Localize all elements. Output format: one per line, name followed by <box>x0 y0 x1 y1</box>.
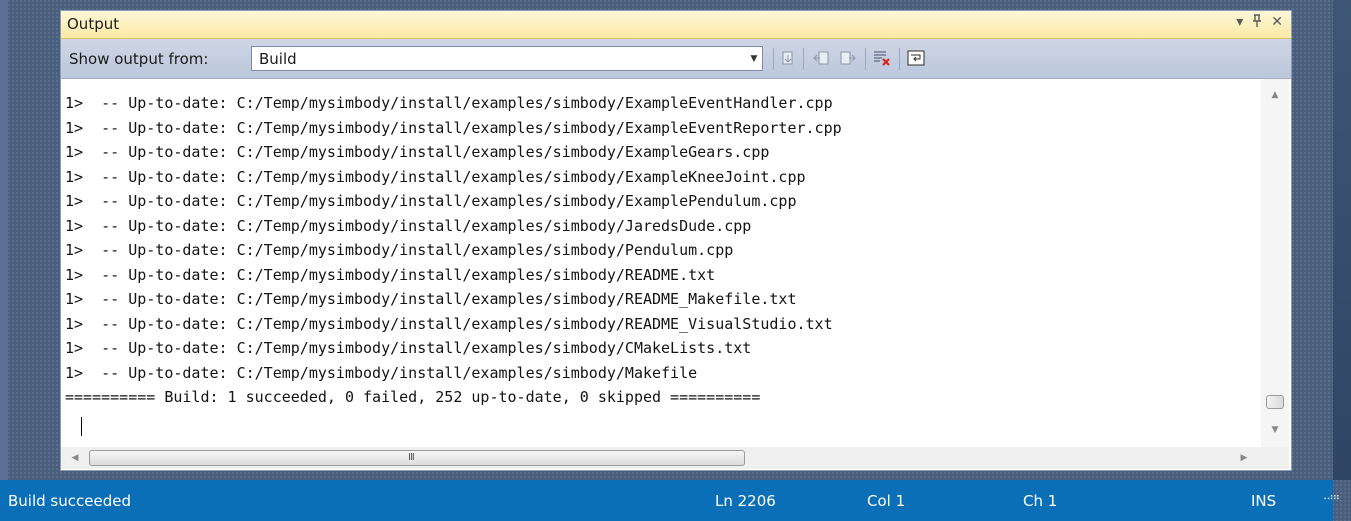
output-toolbar: Show output from: Build ▼ <box>61 39 1291 79</box>
next-message-icon <box>840 51 856 65</box>
output-line: 1> -- Up-to-date: C:/Temp/mysimbody/inst… <box>65 241 734 259</box>
output-source-value: Build <box>259 50 297 68</box>
toolbar-separator <box>773 48 774 70</box>
scroll-down-icon[interactable]: ▼ <box>1267 422 1283 438</box>
output-line: 1> -- Up-to-date: C:/Temp/mysimbody/inst… <box>65 167 806 186</box>
output-titlebar[interactable]: Output ▾ ✕ <box>61 11 1291 39</box>
output-source-select[interactable]: Build ▼ <box>251 46 763 71</box>
output-line: 1> -- Up-to-date: C:/Temp/mysimbody/inst… <box>65 339 752 357</box>
toolbar-separator <box>865 48 866 70</box>
output-line: 1> -- Up-to-date: C:/Temp/mysimbody/inst… <box>65 143 770 161</box>
panel-controls: ▾ ✕ <box>1236 14 1283 32</box>
vertical-scrollbar[interactable]: ▲ ▼ <box>1261 79 1289 447</box>
clear-all-button[interactable] <box>871 47 893 69</box>
window-position-dropdown-icon[interactable]: ▾ <box>1236 14 1243 32</box>
output-line: 1> -- Up-to-date: C:/Temp/mysimbody/inst… <box>65 265 716 284</box>
scroll-up-icon[interactable]: ▲ <box>1267 87 1283 103</box>
status-insert-mode: INS <box>1251 492 1277 510</box>
word-wrap-icon <box>907 50 925 66</box>
output-line: 1> -- Up-to-date: C:/Temp/mysimbody/inst… <box>65 314 833 333</box>
output-panel: Output ▾ ✕ Show output from: Build ▼ 1> … <box>60 10 1292 471</box>
text-caret <box>81 417 82 436</box>
window-left-edge <box>0 0 8 480</box>
scrollbar-corner <box>1261 447 1289 469</box>
toolbar-separator <box>899 48 900 70</box>
resize-grip-icon[interactable]: ⠠⠴⠶ <box>1320 492 1340 503</box>
output-line: 1> -- Up-to-date: C:/Temp/mysimbody/inst… <box>65 192 797 210</box>
output-line: 1> -- Up-to-date: C:/Temp/mysimbody/inst… <box>65 94 833 112</box>
status-char: Ch 1 <box>1023 492 1058 510</box>
output-line: 1> -- Up-to-date: C:/Temp/mysimbody/inst… <box>65 118 842 137</box>
status-column: Col 1 <box>867 492 906 510</box>
previous-message-button[interactable] <box>811 47 833 69</box>
output-line: 1> -- Up-to-date: C:/Temp/mysimbody/inst… <box>65 290 797 308</box>
close-icon[interactable]: ✕ <box>1271 14 1283 32</box>
panel-title: Output <box>67 15 120 33</box>
find-message-in-code-button[interactable] <box>777 47 799 69</box>
output-line: 1> -- Up-to-date: C:/Temp/mysimbody/inst… <box>65 363 698 382</box>
output-text-area[interactable]: 1> -- Up-to-date: C:/Temp/mysimbody/inst… <box>61 79 1261 447</box>
status-line: Ln 2206 <box>715 492 776 510</box>
output-line: 1> -- Up-to-date: C:/Temp/mysimbody/inst… <box>65 216 752 235</box>
chevron-down-icon[interactable]: ▼ <box>746 47 762 70</box>
scroll-right-icon[interactable]: ▶ <box>1236 450 1252 466</box>
vertical-scroll-thumb[interactable] <box>1266 395 1284 409</box>
horizontal-scroll-thumb[interactable]: III <box>89 450 745 466</box>
output-line: ========== Build: 1 succeeded, 0 failed,… <box>65 388 761 406</box>
scroll-left-icon[interactable]: ◀ <box>67 450 83 466</box>
go-to-message-icon <box>782 51 793 65</box>
status-message: Build succeeded <box>8 492 131 510</box>
toggle-word-wrap-button[interactable] <box>905 47 927 69</box>
show-output-label: Show output from: <box>69 50 209 68</box>
clear-all-icon <box>874 51 890 66</box>
auto-hide-pin-icon[interactable] <box>1251 14 1263 32</box>
previous-message-icon <box>813 51 829 65</box>
toolbar-separator <box>803 48 804 70</box>
horizontal-scrollbar[interactable]: ◀ III ▶ <box>61 447 1261 469</box>
status-bar: Build succeeded Ln 2206 Col 1 Ch 1 INS ⠠… <box>0 480 1340 521</box>
output-lines: 1> -- Up-to-date: C:/Temp/mysimbody/inst… <box>65 91 842 410</box>
window-right-edge <box>1333 0 1351 480</box>
next-message-button[interactable] <box>837 47 859 69</box>
scroll-grip: III <box>408 452 415 463</box>
